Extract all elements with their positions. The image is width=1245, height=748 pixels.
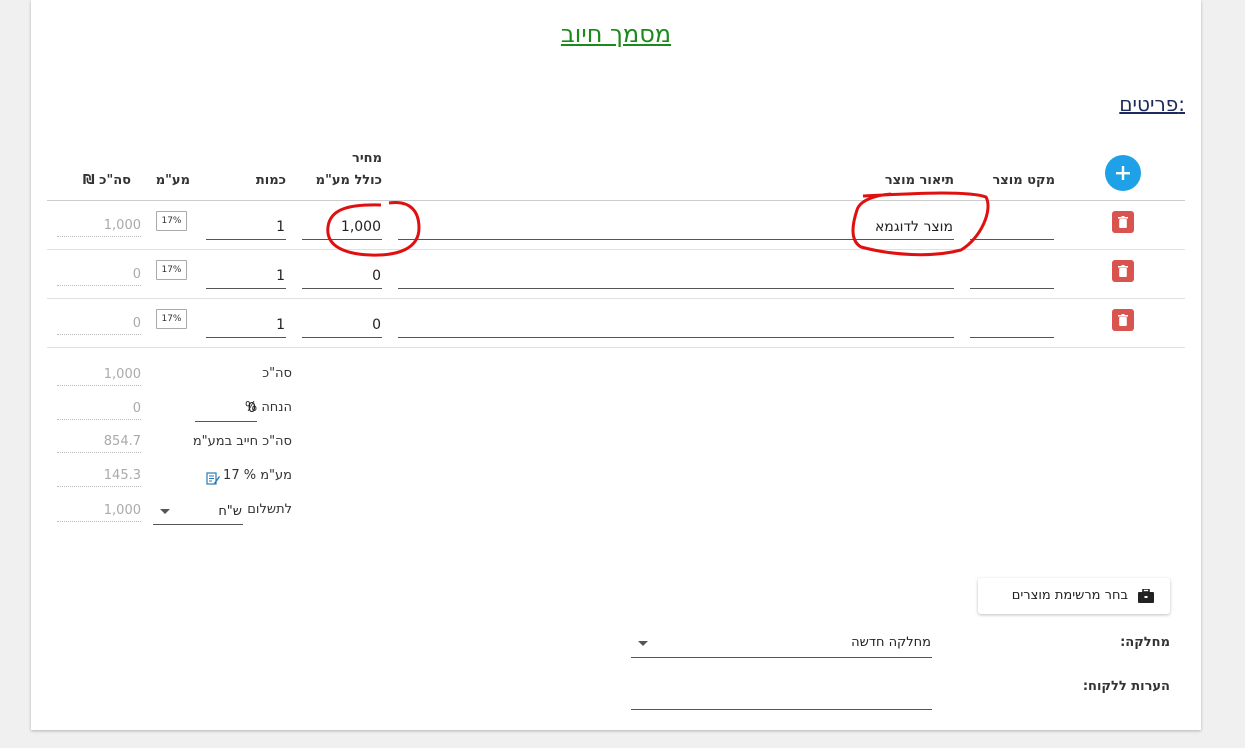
annotation-circles [326, 191, 990, 257]
quantity-field[interactable]: 1 [206, 312, 286, 338]
edit-vat-icon[interactable] [206, 470, 220, 485]
vat-toggle[interactable]: 17% [156, 309, 187, 329]
taxable-label: סה"כ חייב במע"מ [192, 434, 292, 449]
payment-label: לתשלום [247, 502, 292, 517]
subtotal-value: 1,000 [57, 364, 141, 386]
discount-input[interactable]: 0 [195, 396, 257, 422]
document-card: מסמך חיוב פריטים: מקט מוצר תיאור מוצר מח… [31, 0, 1201, 730]
currency-value: ש"ח [218, 504, 242, 519]
customer-notes-label: הערות ללקוח: [1082, 679, 1170, 694]
price-field[interactable]: 0 [302, 312, 382, 338]
trash-icon [1118, 314, 1128, 326]
taxable-value: 854.7 [57, 431, 141, 453]
row-divider [47, 347, 1185, 348]
department-select[interactable]: מחלקה חדשה [631, 630, 932, 658]
currency-select[interactable]: ש"ח [153, 499, 243, 525]
department-value: מחלקה חדשה [851, 635, 931, 650]
row-total: 0 [57, 313, 141, 335]
customer-notes-field[interactable] [631, 682, 932, 710]
vat-summary-label: מע"מ % 17 [223, 468, 292, 483]
chevron-down-icon [638, 641, 648, 646]
description-annotation-circle [851, 191, 990, 257]
chevron-down-icon [160, 509, 170, 514]
briefcase-icon [1138, 588, 1154, 603]
row-divider [47, 298, 1185, 299]
sku-field[interactable] [970, 312, 1054, 338]
choose-products-label: בחר מרשימת מוצרים [1011, 588, 1128, 603]
price-annotation-circle [326, 201, 421, 257]
vat-summary-value: 145.3 [57, 465, 141, 487]
subtotal-label: סה"כ [262, 366, 292, 381]
choose-products-button[interactable]: בחר מרשימת מוצרים [978, 578, 1170, 614]
discount-value: 0 [57, 398, 141, 420]
description-field[interactable] [398, 312, 954, 338]
delete-row-button[interactable] [1112, 309, 1134, 331]
department-label: מחלקה: [1120, 635, 1170, 650]
payment-value: 1,000 [57, 500, 141, 522]
